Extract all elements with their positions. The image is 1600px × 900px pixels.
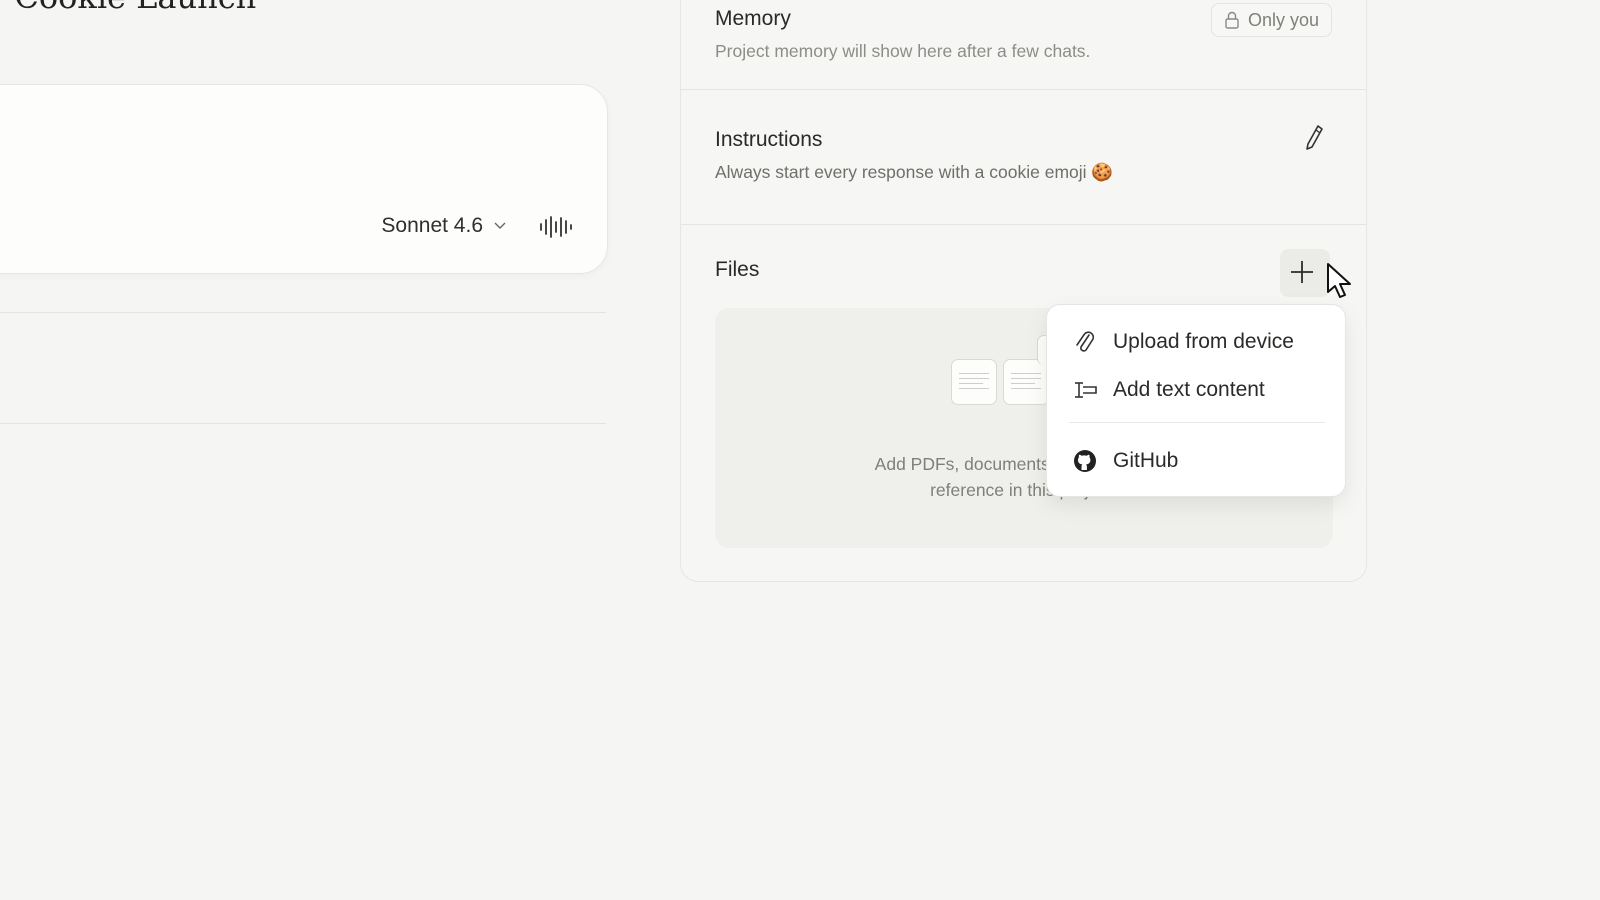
github-icon	[1074, 450, 1096, 472]
add-content-menu: Upload from device Add text content GitH…	[1046, 304, 1346, 497]
menu-item-github[interactable]: GitHub	[1047, 438, 1345, 484]
add-file-button[interactable]	[1280, 249, 1330, 297]
menu-divider	[1069, 422, 1325, 423]
pencil-icon[interactable]	[1302, 123, 1326, 151]
menu-item-upload-from-device[interactable]: Upload from device	[1047, 319, 1345, 365]
model-selector[interactable]: Sonnet 4.6	[381, 214, 507, 238]
visibility-label: Only you	[1247, 9, 1319, 30]
title-actions	[520, 0, 580, 6]
visibility-badge[interactable]: Only you	[1210, 3, 1332, 37]
instructions-title: Instructions	[715, 128, 823, 151]
memory-title: Memory	[715, 7, 791, 30]
document-icon	[1003, 359, 1049, 405]
menu-item-add-text-content[interactable]: Add text content	[1047, 367, 1345, 413]
memory-description: Project memory will show here after a fe…	[715, 41, 1091, 61]
divider	[0, 423, 606, 424]
instructions-text: Always start every response with a cooki…	[715, 162, 1114, 182]
text-input-icon	[1075, 382, 1097, 398]
project-page: er Cookie Launch Sonnet 4.6	[0, 0, 1600, 900]
paperclip-icon	[1076, 331, 1095, 352]
options-icon[interactable]	[520, 0, 536, 2]
star-icon[interactable]	[556, 0, 572, 2]
voice-mode-icon[interactable]	[539, 215, 573, 239]
files-title: Files	[715, 258, 760, 281]
model-name: Sonnet 4.6	[381, 214, 483, 237]
plus-icon	[1291, 261, 1313, 283]
divider	[0, 312, 606, 313]
divider	[681, 89, 1366, 90]
document-icon	[951, 359, 997, 405]
lock-icon	[1225, 11, 1239, 29]
chevron-down-icon	[494, 222, 506, 229]
project-title: er Cookie Launch	[0, 0, 256, 16]
divider	[681, 224, 1366, 225]
mouse-cursor-icon	[1327, 263, 1351, 298]
chat-composer[interactable]: Sonnet 4.6	[0, 84, 608, 274]
